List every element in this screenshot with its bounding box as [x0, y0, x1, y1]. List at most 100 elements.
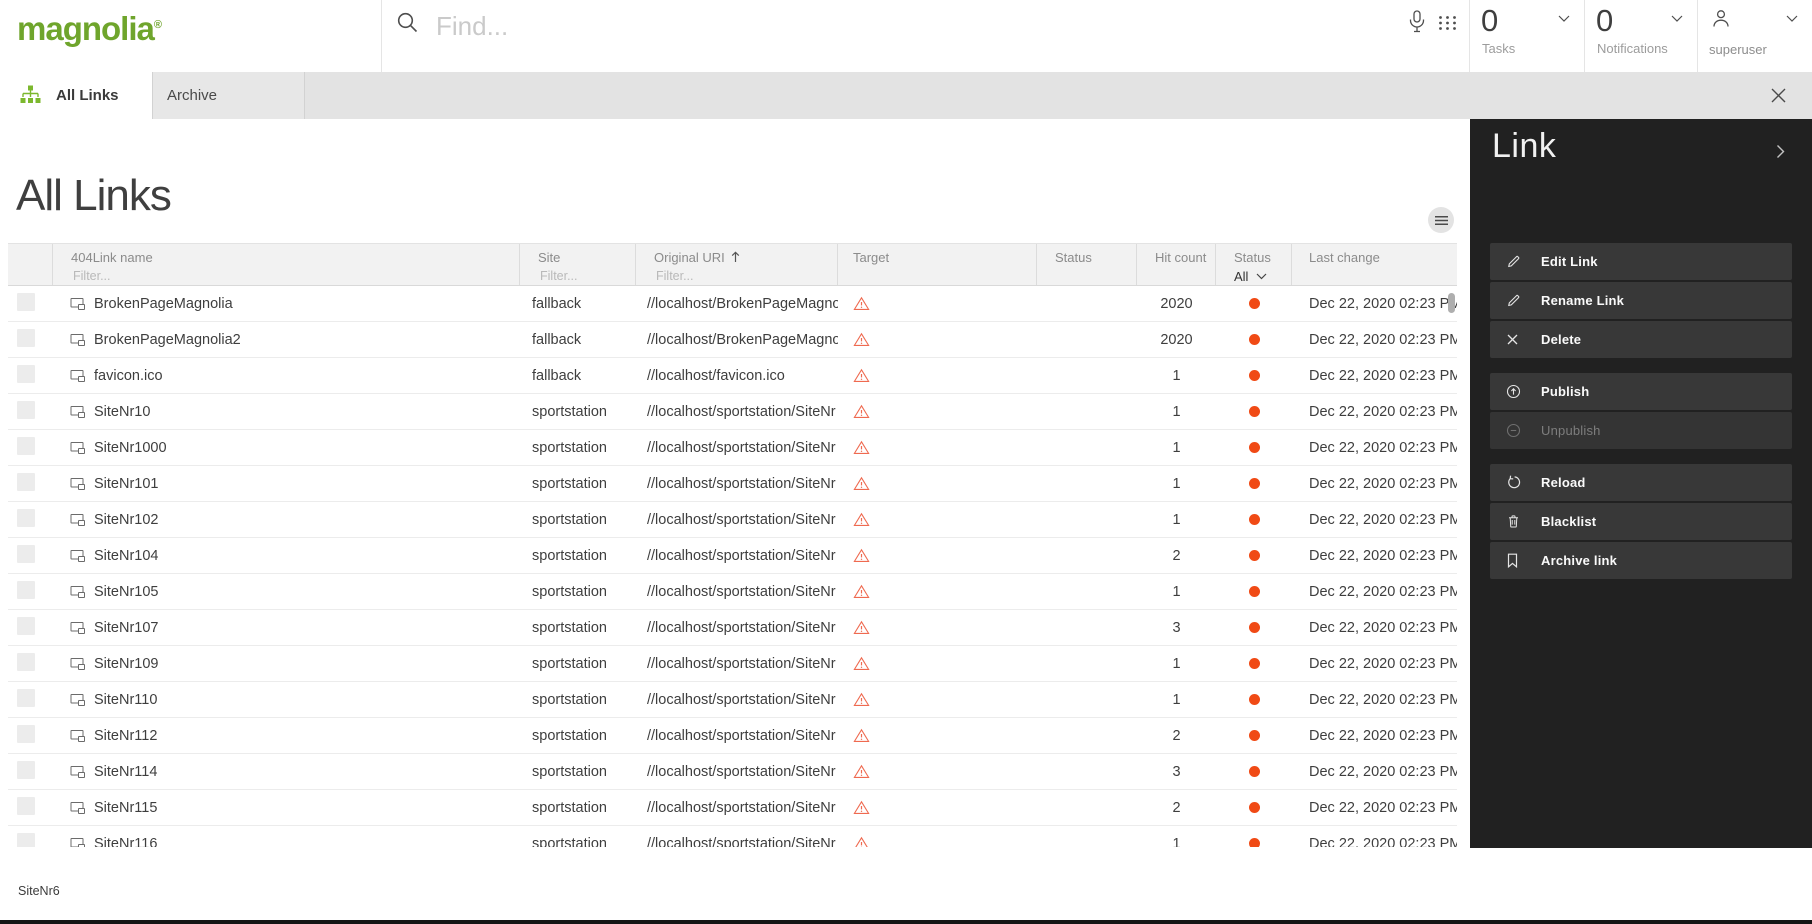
last-change-cell: Dec 22, 2020 02:23 PM	[1292, 584, 1457, 600]
table-row[interactable]: favicon.ico fallback //localhost/favicon…	[8, 358, 1457, 394]
warning-icon	[853, 620, 1037, 635]
header-original-uri[interactable]: Original URI	[636, 244, 838, 285]
table-row[interactable]: SiteNr1000 sportstation //localhost/spor…	[8, 430, 1457, 466]
status-dot	[1249, 406, 1260, 417]
status-dot	[1249, 766, 1260, 777]
site-cell: sportstation	[520, 584, 636, 600]
table-row[interactable]: SiteNr107 sportstation //localhost/sport…	[8, 610, 1457, 646]
row-checkbox[interactable]	[17, 725, 35, 743]
action-archive-link[interactable]: Archive link	[1490, 542, 1792, 579]
action-blacklist[interactable]: Blacklist	[1490, 503, 1792, 540]
panel-title: Link	[1492, 127, 1556, 166]
action-rename-link[interactable]: Rename Link	[1490, 282, 1792, 319]
site-cell: sportstation	[520, 728, 636, 744]
table-row[interactable]: SiteNr10 sportstation //localhost/sports…	[8, 394, 1457, 430]
warning-icon	[853, 440, 1037, 455]
tab-archive[interactable]: Archive	[152, 72, 305, 119]
actions-menu-button[interactable]	[1428, 207, 1454, 233]
link-name: SiteNr1000	[94, 440, 167, 456]
last-change-cell: Dec 22, 2020 02:23 PM	[1292, 620, 1457, 636]
table-row[interactable]: SiteNr102 sportstation //localhost/sport…	[8, 502, 1457, 538]
table-row[interactable]: BrokenPageMagnolia fallback //localhost/…	[8, 286, 1457, 322]
table-row[interactable]: SiteNr110 sportstation //localhost/sport…	[8, 682, 1457, 718]
site-filter-input[interactable]	[538, 268, 628, 284]
chevron-right-icon[interactable]	[1776, 144, 1785, 159]
row-checkbox[interactable]	[17, 797, 35, 815]
site-cell: sportstation	[520, 620, 636, 636]
tab-all-links[interactable]: All Links	[0, 72, 152, 119]
row-checkbox[interactable]	[17, 545, 35, 563]
status-filter-dropdown[interactable]: All	[1234, 269, 1287, 284]
action-reload[interactable]: Reload	[1490, 464, 1792, 501]
uri-filter-input[interactable]	[654, 268, 823, 284]
table-row[interactable]: SiteNr101 sportstation //localhost/sport…	[8, 466, 1457, 502]
last-change-cell: Dec 22, 2020 02:23 PM	[1292, 656, 1457, 672]
hamburger-icon	[1435, 216, 1448, 225]
last-change-cell: Dec 22, 2020 02:23 PM	[1292, 440, 1457, 456]
site-cell: sportstation	[520, 512, 636, 528]
row-checkbox[interactable]	[17, 329, 35, 347]
table-row[interactable]: BrokenPageMagnolia2 fallback //localhost…	[8, 322, 1457, 358]
last-change-cell: Dec 22, 2020 02:23 PM	[1292, 368, 1457, 384]
link-name: SiteNr10	[94, 404, 150, 420]
page-icon	[70, 765, 86, 779]
link-action-panel: Link Edit LinkRename Link Delete PublishUn…	[1470, 119, 1812, 848]
table-row[interactable]: SiteNr104 sportstation //localhost/sport…	[8, 538, 1457, 574]
link-name: SiteNr112	[94, 728, 157, 744]
table-row[interactable]: SiteNr116 sportstation //localhost/sport…	[8, 826, 1457, 847]
notifications-count: 0	[1596, 3, 1613, 39]
link-name: SiteNr105	[94, 584, 158, 600]
row-checkbox[interactable]	[17, 833, 35, 848]
footer-bar: SiteNr6	[0, 848, 1812, 924]
row-checkbox[interactable]	[17, 581, 35, 599]
site-cell: sportstation	[520, 656, 636, 672]
page-icon	[70, 801, 86, 815]
tasks-block[interactable]: 0 Tasks	[1469, 0, 1584, 72]
row-checkbox[interactable]	[17, 293, 35, 311]
scrollbar-thumb[interactable]	[1448, 293, 1455, 313]
hit-count-cell: 1	[1137, 584, 1216, 600]
row-checkbox[interactable]	[17, 653, 35, 671]
row-checkbox[interactable]	[17, 365, 35, 383]
action-unpublish[interactable]: Unpublish	[1490, 412, 1792, 449]
action-publish[interactable]: Publish	[1490, 373, 1792, 410]
table-row[interactable]: SiteNr112 sportstation //localhost/sport…	[8, 718, 1457, 754]
chevron-down-icon	[1671, 15, 1683, 22]
uri-cell: //localhost/sportstation/SiteNr	[636, 440, 838, 456]
microphone-icon[interactable]	[1408, 10, 1426, 35]
pencil-icon	[1506, 293, 1522, 308]
action-label: Delete	[1541, 332, 1581, 347]
notifications-block[interactable]: 0 Notifications	[1584, 0, 1697, 72]
table-row[interactable]: SiteNr109 sportstation //localhost/sport…	[8, 646, 1457, 682]
warning-icon	[853, 692, 1037, 707]
row-checkbox[interactable]	[17, 761, 35, 779]
status-dot	[1249, 622, 1260, 633]
search-input[interactable]	[434, 7, 998, 45]
row-checkbox[interactable]	[17, 509, 35, 527]
site-cell: fallback	[520, 332, 636, 348]
action-delete[interactable]: Delete	[1490, 321, 1792, 358]
table-body: BrokenPageMagnolia fallback //localhost/…	[8, 286, 1457, 847]
row-checkbox[interactable]	[17, 473, 35, 491]
chevron-down-icon	[1558, 15, 1570, 22]
close-icon[interactable]	[1770, 87, 1790, 107]
uri-cell: //localhost/sportstation/SiteNr	[636, 404, 838, 420]
magnolia-logo[interactable]: magnolia®	[17, 10, 161, 48]
user-block[interactable]: superuser	[1697, 0, 1812, 72]
row-checkbox[interactable]	[17, 437, 35, 455]
table-row[interactable]: SiteNr114 sportstation //localhost/sport…	[8, 754, 1457, 790]
page-icon	[70, 513, 86, 527]
app-launcher-grid-icon[interactable]	[1437, 15, 1458, 31]
row-checkbox[interactable]	[17, 689, 35, 707]
unpublish-icon	[1506, 423, 1522, 438]
action-edit-link[interactable]: Edit Link	[1490, 243, 1792, 280]
table-row[interactable]: SiteNr105 sportstation //localhost/sport…	[8, 574, 1457, 610]
row-checkbox[interactable]	[17, 617, 35, 635]
table-row[interactable]: SiteNr115 sportstation //localhost/sport…	[8, 790, 1457, 826]
page-icon	[70, 657, 86, 671]
row-checkbox[interactable]	[17, 401, 35, 419]
name-filter-input[interactable]	[71, 268, 483, 284]
last-change-cell: Dec 22, 2020 02:23 PM	[1292, 800, 1457, 816]
warning-icon	[853, 584, 1037, 599]
action-label: Reload	[1541, 475, 1586, 490]
